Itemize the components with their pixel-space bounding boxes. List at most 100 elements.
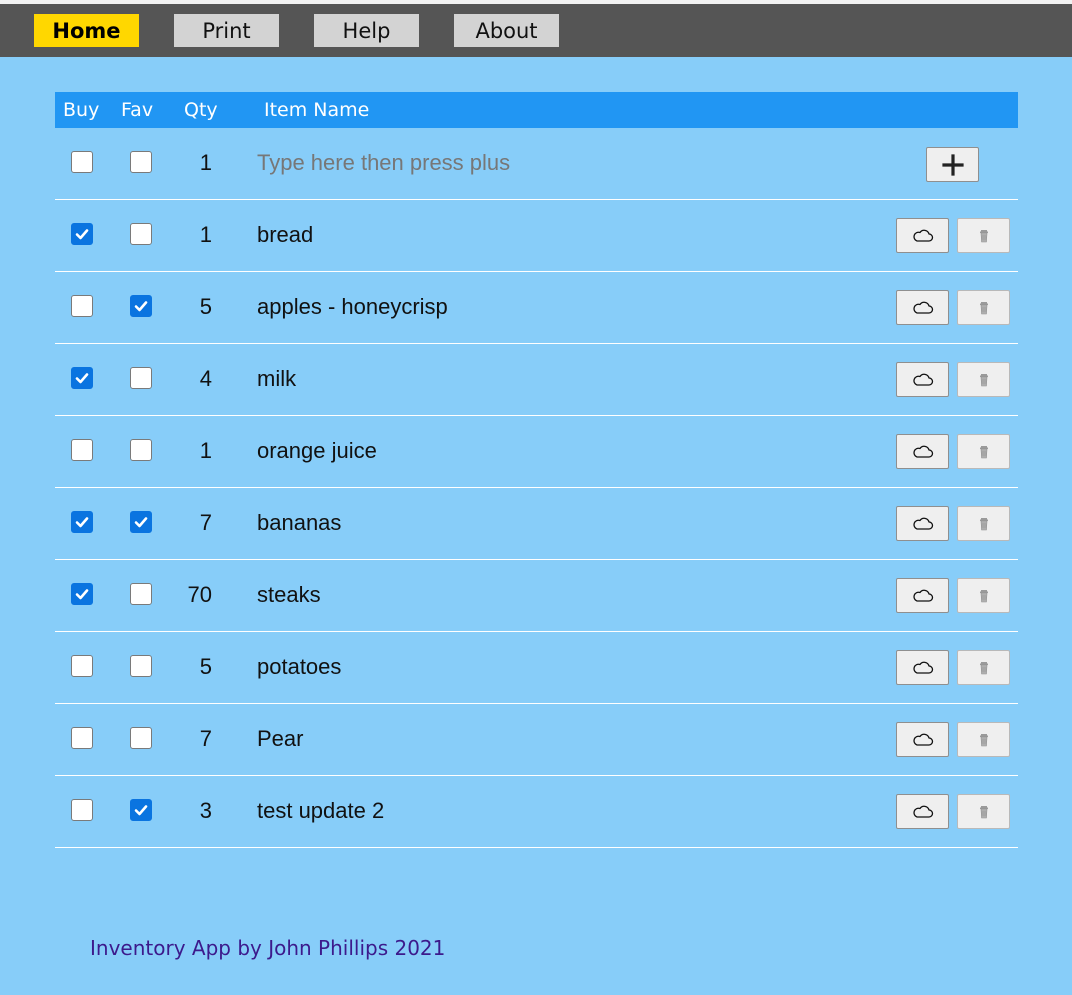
table-row: 4 milk bbox=[55, 344, 1018, 416]
new-item-qty[interactable]: 1 bbox=[172, 150, 212, 176]
cloud-icon bbox=[912, 444, 934, 460]
table-row: 1 orange juice bbox=[55, 416, 1018, 488]
delete-item-button[interactable] bbox=[957, 506, 1010, 541]
item-name[interactable]: bread bbox=[257, 222, 313, 248]
save-item-button[interactable] bbox=[896, 362, 949, 397]
new-item-fav-checkbox[interactable] bbox=[130, 151, 152, 173]
save-item-button[interactable] bbox=[896, 650, 949, 685]
checkmark-icon bbox=[133, 802, 149, 818]
trash-icon bbox=[978, 588, 990, 604]
trash-icon bbox=[978, 804, 990, 820]
buy-checkbox[interactable] bbox=[71, 295, 93, 317]
fav-checkbox[interactable] bbox=[130, 727, 152, 749]
item-name[interactable]: bananas bbox=[257, 510, 341, 536]
buy-checkbox[interactable] bbox=[71, 367, 93, 389]
delete-item-button[interactable] bbox=[957, 578, 1010, 613]
nav-home-button[interactable]: Home bbox=[34, 14, 139, 47]
save-item-button[interactable] bbox=[896, 506, 949, 541]
save-item-button[interactable] bbox=[896, 290, 949, 325]
item-qty[interactable]: 5 bbox=[172, 654, 212, 680]
save-item-button[interactable] bbox=[896, 578, 949, 613]
fav-checkbox[interactable] bbox=[130, 655, 152, 677]
item-qty[interactable]: 3 bbox=[172, 798, 212, 824]
item-qty[interactable]: 70 bbox=[172, 582, 212, 608]
fav-checkbox[interactable] bbox=[130, 799, 152, 821]
footer-credit: Inventory App by John Phillips 2021 bbox=[90, 936, 446, 960]
header-item-name: Item Name bbox=[264, 99, 370, 121]
fav-checkbox[interactable] bbox=[130, 583, 152, 605]
delete-item-button[interactable] bbox=[957, 218, 1010, 253]
item-qty[interactable]: 5 bbox=[172, 294, 212, 320]
item-name[interactable]: milk bbox=[257, 366, 296, 392]
buy-checkbox[interactable] bbox=[71, 511, 93, 533]
fav-checkbox[interactable] bbox=[130, 295, 152, 317]
table-row: 7 Pear bbox=[55, 704, 1018, 776]
checkmark-icon bbox=[133, 514, 149, 530]
save-item-button[interactable] bbox=[896, 434, 949, 469]
fav-checkbox[interactable] bbox=[130, 511, 152, 533]
save-item-button[interactable] bbox=[896, 794, 949, 829]
item-name[interactable]: apples - honeycrisp bbox=[257, 294, 448, 320]
new-item-row: 1 bbox=[55, 128, 1018, 200]
table-row: 70 steaks bbox=[55, 560, 1018, 632]
buy-checkbox[interactable] bbox=[71, 223, 93, 245]
trash-icon bbox=[978, 372, 990, 388]
delete-item-button[interactable] bbox=[957, 290, 1010, 325]
inventory-table: Buy Fav Qty Item Name 1 1 bread 5 apples - … bbox=[55, 92, 1018, 848]
item-qty[interactable]: 4 bbox=[172, 366, 212, 392]
cloud-icon bbox=[912, 228, 934, 244]
fav-checkbox[interactable] bbox=[130, 439, 152, 461]
buy-checkbox[interactable] bbox=[71, 655, 93, 677]
cloud-icon bbox=[912, 300, 934, 316]
save-item-button[interactable] bbox=[896, 722, 949, 757]
buy-checkbox[interactable] bbox=[71, 439, 93, 461]
buy-checkbox[interactable] bbox=[71, 583, 93, 605]
checkmark-icon bbox=[74, 226, 90, 242]
trash-icon bbox=[978, 300, 990, 316]
header-fav: Fav bbox=[121, 99, 154, 121]
checkmark-icon bbox=[133, 298, 149, 314]
nav-about-button[interactable]: About bbox=[454, 14, 559, 47]
delete-item-button[interactable] bbox=[957, 722, 1010, 757]
item-name[interactable]: orange juice bbox=[257, 438, 377, 464]
trash-icon bbox=[978, 516, 990, 532]
fav-checkbox[interactable] bbox=[130, 367, 152, 389]
item-qty[interactable]: 7 bbox=[172, 510, 212, 536]
checkmark-icon bbox=[74, 514, 90, 530]
delete-item-button[interactable] bbox=[957, 794, 1010, 829]
item-list: 1 bread 5 apples - honeycrisp 4 milk 1 orange j… bbox=[55, 200, 1018, 848]
item-qty[interactable]: 7 bbox=[172, 726, 212, 752]
trash-icon bbox=[978, 228, 990, 244]
delete-item-button[interactable] bbox=[957, 650, 1010, 685]
nav-print-button[interactable]: Print bbox=[174, 14, 279, 47]
item-name[interactable]: potatoes bbox=[257, 654, 341, 680]
table-row: 1 bread bbox=[55, 200, 1018, 272]
cloud-icon bbox=[912, 516, 934, 532]
nav-help-button[interactable]: Help bbox=[314, 14, 419, 47]
buy-checkbox[interactable] bbox=[71, 799, 93, 821]
save-item-button[interactable] bbox=[896, 218, 949, 253]
new-item-buy-checkbox[interactable] bbox=[71, 151, 93, 173]
header-qty: Qty bbox=[184, 99, 218, 121]
cloud-icon bbox=[912, 660, 934, 676]
delete-item-button[interactable] bbox=[957, 362, 1010, 397]
trash-icon bbox=[978, 444, 990, 460]
item-qty[interactable]: 1 bbox=[172, 222, 212, 248]
item-name[interactable]: Pear bbox=[257, 726, 303, 752]
cloud-icon bbox=[912, 372, 934, 388]
header-buy: Buy bbox=[63, 99, 100, 121]
delete-item-button[interactable] bbox=[957, 434, 1010, 469]
item-qty[interactable]: 1 bbox=[172, 438, 212, 464]
table-row: 7 bananas bbox=[55, 488, 1018, 560]
plus-icon bbox=[941, 153, 964, 176]
add-item-button[interactable] bbox=[926, 147, 979, 182]
checkmark-icon bbox=[74, 586, 90, 602]
fav-checkbox[interactable] bbox=[130, 223, 152, 245]
table-row: 5 apples - honeycrisp bbox=[55, 272, 1018, 344]
item-name[interactable]: test update 2 bbox=[257, 798, 384, 824]
checkmark-icon bbox=[74, 370, 90, 386]
cloud-icon bbox=[912, 732, 934, 748]
item-name[interactable]: steaks bbox=[257, 582, 321, 608]
buy-checkbox[interactable] bbox=[71, 727, 93, 749]
new-item-name-input[interactable] bbox=[257, 146, 857, 180]
